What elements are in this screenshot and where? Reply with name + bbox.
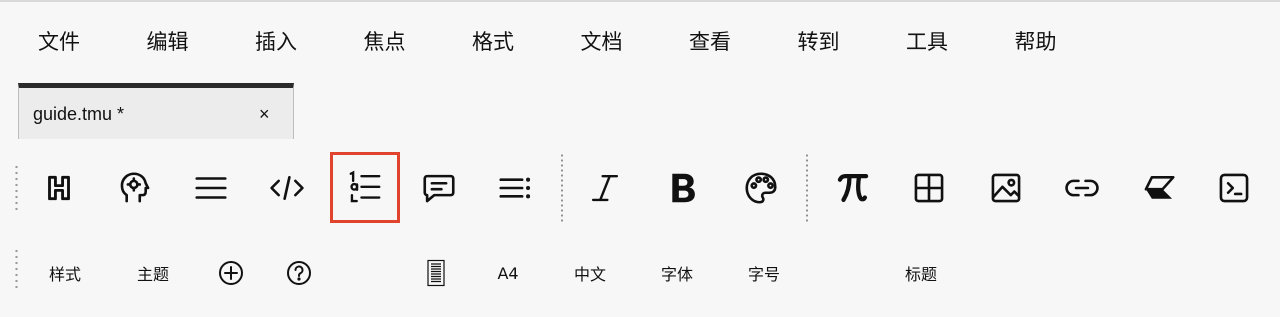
eraser-button[interactable]: [1128, 156, 1190, 220]
plus-circle-icon: [219, 261, 243, 285]
palette-icon: [745, 172, 777, 204]
terminal-button[interactable]: [1203, 156, 1265, 220]
link-button[interactable]: [1051, 156, 1113, 220]
table-icon: [914, 173, 944, 203]
italic-button[interactable]: [574, 156, 636, 220]
language-button[interactable]: 中文: [569, 256, 611, 290]
heading-style-button[interactable]: 标题: [900, 256, 942, 290]
question-circle-icon: [287, 261, 311, 285]
paragraph-icon: [195, 177, 227, 199]
outline-button[interactable]: [484, 156, 546, 220]
secondary-toolbar-grip[interactable]: [15, 248, 18, 288]
menubar: 文件 编辑 插入 焦点 格式 文档 查看 转到 工具 帮助: [38, 26, 1123, 58]
bold-button[interactable]: [652, 156, 714, 220]
heading-icon: [48, 175, 70, 201]
brain-icon: [120, 172, 150, 203]
heading-button[interactable]: [28, 156, 90, 220]
help-button[interactable]: [282, 256, 316, 290]
menu-edit[interactable]: 编辑: [147, 26, 256, 58]
ordered-list-button[interactable]: [330, 152, 400, 223]
document-tab[interactable]: guide.tmu * ×: [18, 83, 294, 139]
font-size-button[interactable]: 字号: [743, 256, 785, 290]
toolbar-separator: [806, 153, 808, 223]
menu-insert[interactable]: 插入: [255, 26, 364, 58]
terminal-icon: [1219, 173, 1249, 203]
toolbar-grip[interactable]: [15, 164, 18, 210]
italic-icon: [591, 174, 619, 202]
page-button[interactable]: [420, 256, 452, 290]
menu-document[interactable]: 文档: [581, 26, 690, 58]
bold-icon: [672, 173, 695, 203]
link-icon: [1065, 179, 1099, 197]
ordered-list-icon: [349, 170, 381, 202]
table-button[interactable]: [898, 156, 960, 220]
code-icon: [270, 176, 304, 200]
image-button[interactable]: [975, 156, 1037, 220]
menu-tools[interactable]: 工具: [906, 26, 1015, 58]
menu-format[interactable]: 格式: [472, 26, 581, 58]
image-icon: [991, 173, 1021, 203]
code-button[interactable]: [256, 156, 318, 220]
formula-button[interactable]: [822, 156, 884, 220]
toolbar-separator: [561, 153, 563, 223]
add-button[interactable]: [214, 256, 248, 290]
font-button[interactable]: 字体: [656, 256, 698, 290]
menu-view[interactable]: 查看: [689, 26, 798, 58]
comment-icon: [423, 174, 455, 203]
theme-button[interactable]: 主题: [132, 256, 174, 290]
window-top-border: [0, 0, 1280, 2]
mindmap-button[interactable]: [104, 156, 166, 220]
menu-focus[interactable]: 焦点: [364, 26, 473, 58]
paragraph-button[interactable]: [180, 156, 242, 220]
style-button[interactable]: 样式: [44, 256, 86, 290]
menu-file[interactable]: 文件: [38, 26, 147, 58]
eraser-icon: [1144, 176, 1175, 199]
comment-button[interactable]: [408, 156, 470, 220]
formula-icon: [837, 173, 869, 203]
tab-title: guide.tmu *: [33, 104, 125, 124]
color-button[interactable]: [730, 156, 792, 220]
menu-goto[interactable]: 转到: [798, 26, 907, 58]
tab-close-button[interactable]: ×: [259, 104, 270, 125]
menu-help[interactable]: 帮助: [1015, 26, 1124, 58]
page-lines-icon: [427, 259, 445, 287]
outline-icon: [499, 177, 531, 199]
page-size-button[interactable]: A4: [490, 256, 526, 290]
